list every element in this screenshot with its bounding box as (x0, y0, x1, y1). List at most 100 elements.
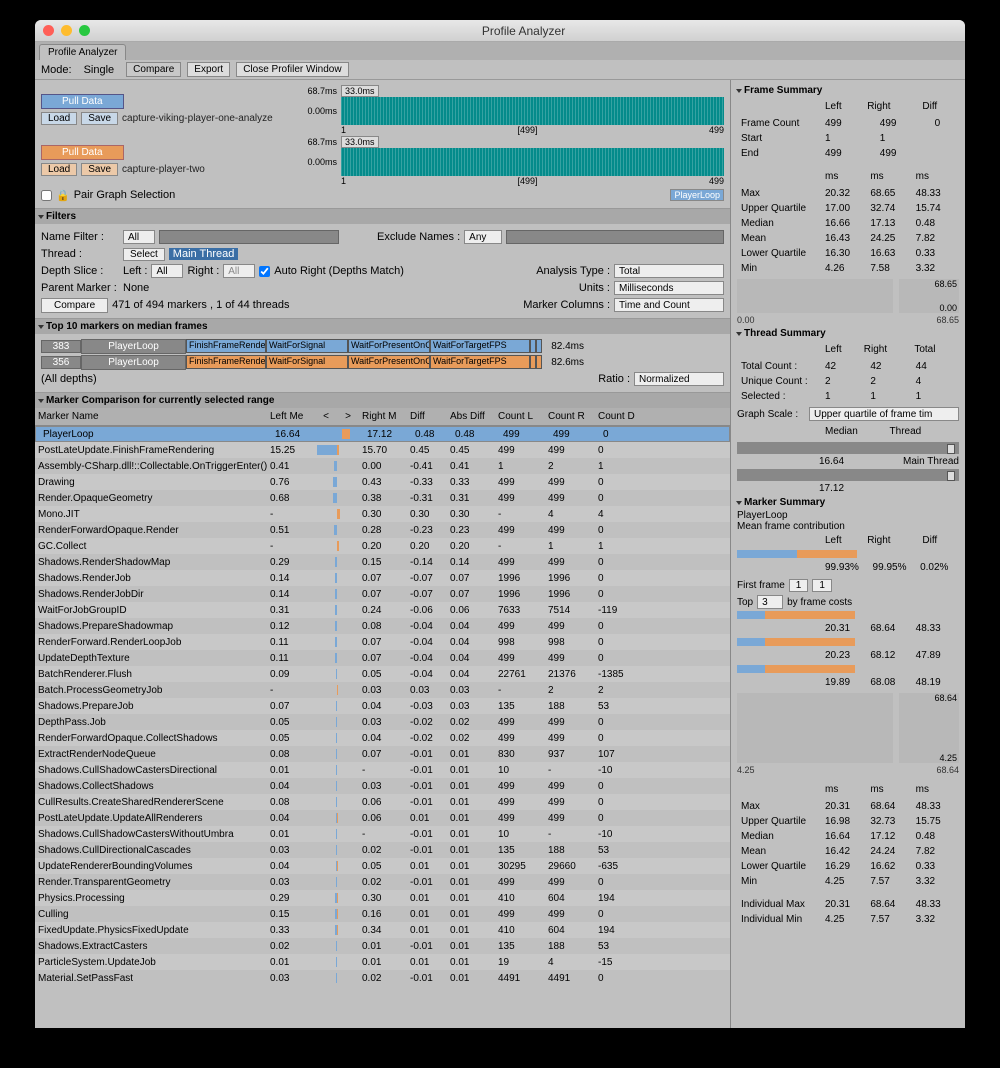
ratio-select[interactable]: Normalized (634, 372, 724, 386)
col-left-median[interactable]: Left Me (267, 410, 315, 423)
frame-mini-chart: 68.650.00 (737, 279, 959, 313)
table-row[interactable]: Render.TransparentGeometry0.030.02-0.010… (35, 874, 730, 890)
table-row[interactable]: Shadows.CullShadowCastersWithoutUmbra0.0… (35, 826, 730, 842)
table-header: Marker Name Left Me < > Right M Diff Abs… (35, 408, 730, 426)
table-body[interactable]: PlayerLoop16.6417.120.480.484994990PostL… (35, 426, 730, 1002)
tab-profile-analyzer[interactable]: Profile Analyzer (39, 44, 126, 60)
parent-value: None (123, 282, 149, 294)
col-gt[interactable]: > (337, 410, 359, 423)
close-profiler-button[interactable]: Close Profiler Window (236, 62, 348, 77)
profile-analyzer-window: Profile Analyzer Profile Analyzer Mode: … (35, 20, 965, 1028)
table-row[interactable]: DepthPass.Job0.050.03-0.020.024994990 (35, 714, 730, 730)
top10-right-ms: 82.6ms (542, 357, 584, 368)
col-name[interactable]: Marker Name (35, 410, 267, 423)
table-row[interactable]: Physics.Processing0.290.300.010.01410604… (35, 890, 730, 906)
table-row[interactable]: Shadows.RenderShadowMap0.290.15-0.140.14… (35, 554, 730, 570)
table-row[interactable]: RenderForwardOpaque.Render0.510.28-0.230… (35, 522, 730, 538)
graph-time-bot: 0.00ms (295, 106, 337, 116)
graph-scale-label: Graph Scale : (737, 409, 805, 420)
marker-table-header[interactable]: Marker Comparison for currently selected… (35, 393, 730, 408)
table-row[interactable]: Drawing0.760.43-0.330.334994990 (35, 474, 730, 490)
pull-left-button[interactable]: Pull Data (41, 94, 124, 109)
thread-slider-2[interactable] (737, 469, 959, 481)
col-count-r[interactable]: Count R (545, 410, 595, 423)
table-row[interactable]: Render.OpaqueGeometry0.680.38-0.310.3149… (35, 490, 730, 506)
name-filter-mode[interactable]: All (123, 230, 155, 244)
table-row[interactable]: RenderForward.RenderLoopJob0.110.07-0.04… (35, 634, 730, 650)
first-frame-1[interactable]: 1 (789, 579, 809, 592)
mode-compare[interactable]: Compare (126, 62, 181, 77)
table-row[interactable]: Shadows.PrepareJob0.070.04-0.030.0313518… (35, 698, 730, 714)
compare-button[interactable]: Compare (41, 298, 108, 313)
table-row[interactable]: UpdateDepthTexture0.110.07-0.040.0449949… (35, 650, 730, 666)
table-row[interactable]: Batch.ProcessGeometryJob-0.030.030.03-22 (35, 682, 730, 698)
pair-graph-checkbox[interactable] (41, 190, 52, 201)
minimize-icon[interactable] (61, 25, 72, 36)
table-row[interactable]: ParticleSystem.UpdateJob0.010.010.010.01… (35, 954, 730, 970)
filters-panel: Name Filter : All Exclude Names : Any Th… (35, 224, 730, 319)
first-frame-2[interactable]: 1 (812, 579, 832, 592)
capture-right-graph[interactable] (341, 148, 724, 176)
thread-summary-header[interactable]: Thread Summary (737, 325, 959, 341)
mode-single[interactable]: Single (78, 64, 121, 76)
load-left-button[interactable]: Load (41, 112, 77, 125)
marker-cols-select[interactable]: Time and Count (614, 298, 724, 312)
frame-summary-header[interactable]: Frame Summary (737, 82, 959, 98)
table-row[interactable]: CullResults.CreateSharedRendererScene0.0… (35, 794, 730, 810)
table-row[interactable]: BatchRenderer.Flush0.090.05-0.040.042276… (35, 666, 730, 682)
maximize-icon[interactable] (79, 25, 90, 36)
table-row[interactable]: Shadows.RenderJob0.140.07-0.070.07199619… (35, 570, 730, 586)
table-row[interactable]: Shadows.RenderJobDir0.140.07-0.070.07199… (35, 586, 730, 602)
side-panel: Frame Summary LeftRightDiff Frame Count4… (730, 80, 965, 1028)
graph-scale-select[interactable]: Upper quartile of frame tim (809, 407, 959, 421)
export-button[interactable]: Export (187, 62, 230, 77)
depth-right-select[interactable]: All (223, 264, 255, 278)
table-row[interactable]: ExtractRenderNodeQueue0.080.07-0.010.018… (35, 746, 730, 762)
col-right-median[interactable]: Right M (359, 410, 407, 423)
save-left-button[interactable]: Save (81, 112, 118, 125)
thread-select-button[interactable]: Select (123, 248, 165, 261)
table-row[interactable]: PostLateUpdate.FinishFrameRendering15.25… (35, 442, 730, 458)
top10-header[interactable]: Top 10 markers on median frames (35, 319, 730, 334)
exclude-input[interactable] (506, 230, 724, 244)
save-right-button[interactable]: Save (81, 163, 118, 176)
depth-label: Depth Slice : (41, 265, 119, 277)
close-icon[interactable] (43, 25, 54, 36)
table-row[interactable]: UpdateRendererBoundingVolumes0.040.050.0… (35, 858, 730, 874)
name-filter-input[interactable] (159, 230, 339, 244)
table-row[interactable]: Shadows.CullShadowCastersDirectional0.01… (35, 762, 730, 778)
top-n-select[interactable]: 3 (757, 595, 783, 609)
exclude-mode[interactable]: Any (464, 230, 502, 244)
table-row[interactable]: PlayerLoop16.6417.120.480.484994990 (35, 426, 730, 442)
marker-summary-header[interactable]: Marker Summary (737, 494, 959, 510)
filters-header[interactable]: Filters (35, 209, 730, 224)
table-row[interactable]: Shadows.ExtractCasters0.020.01-0.010.011… (35, 938, 730, 954)
depth-left-select[interactable]: All (151, 264, 183, 278)
analysis-select[interactable]: Total (614, 264, 724, 278)
table-row[interactable]: Mono.JIT-0.300.300.30-44 (35, 506, 730, 522)
table-row[interactable]: GC.Collect-0.200.200.20-11 (35, 538, 730, 554)
tabbar: Profile Analyzer (35, 42, 965, 60)
col-absdiff[interactable]: Abs Diff (447, 410, 495, 423)
table-row[interactable]: Culling0.150.160.010.014994990 (35, 906, 730, 922)
capture-left-graph[interactable] (341, 97, 724, 125)
col-count-l[interactable]: Count L (495, 410, 545, 423)
table-row[interactable]: RenderForwardOpaque.CollectShadows0.050.… (35, 730, 730, 746)
table-row[interactable]: Shadows.CollectShadows0.040.03-0.010.014… (35, 778, 730, 794)
auto-right-checkbox[interactable] (259, 266, 270, 277)
table-row[interactable]: FixedUpdate.PhysicsFixedUpdate0.330.340.… (35, 922, 730, 938)
table-row[interactable]: Shadows.CullDirectionalCascades0.030.02-… (35, 842, 730, 858)
table-row[interactable]: Material.SetPassFast0.030.02-0.010.01449… (35, 970, 730, 986)
thread-slider-1[interactable] (737, 442, 959, 454)
col-lt[interactable]: < (315, 410, 337, 423)
table-row[interactable]: WaitForJobGroupID0.310.24-0.060.06763375… (35, 602, 730, 618)
table-row[interactable]: Assembly-CSharp.dll!::Collectable.OnTrig… (35, 458, 730, 474)
load-right-button[interactable]: Load (41, 163, 77, 176)
pull-right-button[interactable]: Pull Data (41, 145, 124, 160)
graph-time-top: 68.7ms (295, 86, 337, 96)
col-count-d[interactable]: Count D (595, 410, 639, 423)
col-diff[interactable]: Diff (407, 410, 447, 423)
table-row[interactable]: PostLateUpdate.UpdateAllRenderers0.040.0… (35, 810, 730, 826)
table-row[interactable]: Shadows.PrepareShadowmap0.120.08-0.040.0… (35, 618, 730, 634)
units-select[interactable]: Milliseconds (614, 281, 724, 295)
